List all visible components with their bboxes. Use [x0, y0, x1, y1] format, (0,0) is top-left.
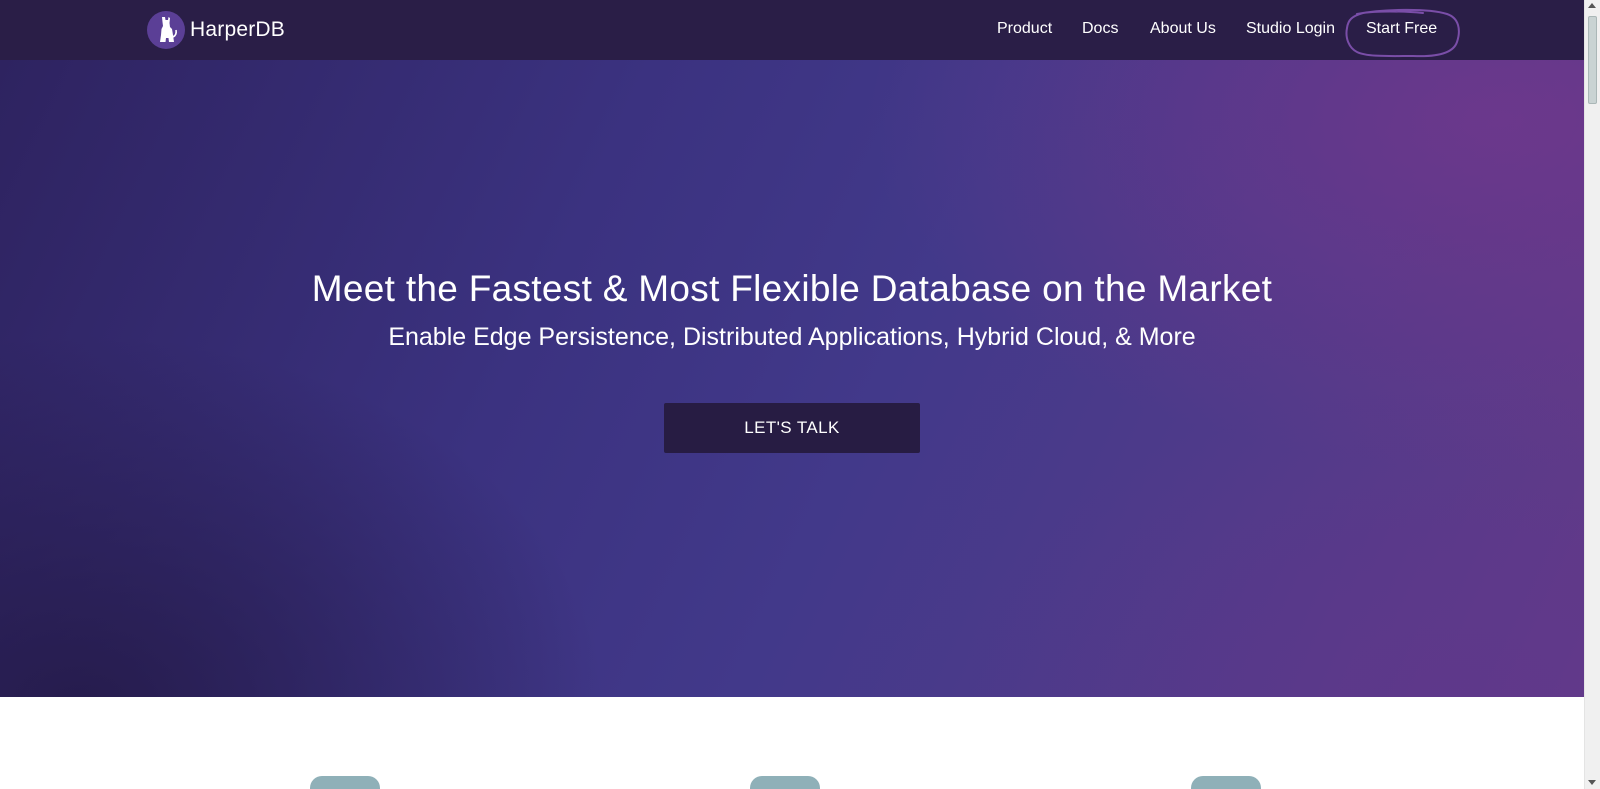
nav-link-studio-login[interactable]: Studio Login [1246, 20, 1335, 38]
feature-card-top [750, 776, 820, 789]
nav-link-docs[interactable]: Docs [1082, 20, 1118, 38]
feature-card-top [1191, 776, 1261, 789]
top-navigation-bar: HarperDB Product Docs About Us Studio Lo… [0, 0, 1584, 60]
lets-talk-button[interactable]: LET'S TALK [664, 403, 920, 453]
hero-section: Meet the Fastest & Most Flexible Databas… [0, 60, 1584, 697]
hero-subtitle: Enable Edge Persistence, Distributed App… [388, 323, 1196, 351]
main-nav: Product Docs About Us Studio Login Start… [0, 0, 1584, 60]
vertical-scrollbar[interactable] [1584, 0, 1600, 789]
page: HarperDB Product Docs About Us Studio Lo… [0, 0, 1600, 789]
features-section [0, 697, 1584, 789]
scrollbar-thumb[interactable] [1588, 16, 1597, 104]
feature-card-top [310, 776, 380, 789]
scroll-down-arrow-icon[interactable] [1588, 780, 1596, 785]
nav-link-product[interactable]: Product [997, 20, 1052, 38]
nav-link-about-us[interactable]: About Us [1150, 20, 1216, 38]
nav-link-start-free[interactable]: Start Free [1366, 20, 1437, 38]
scroll-up-arrow-icon[interactable] [1588, 3, 1596, 8]
hero-title: Meet the Fastest & Most Flexible Databas… [311, 268, 1273, 309]
